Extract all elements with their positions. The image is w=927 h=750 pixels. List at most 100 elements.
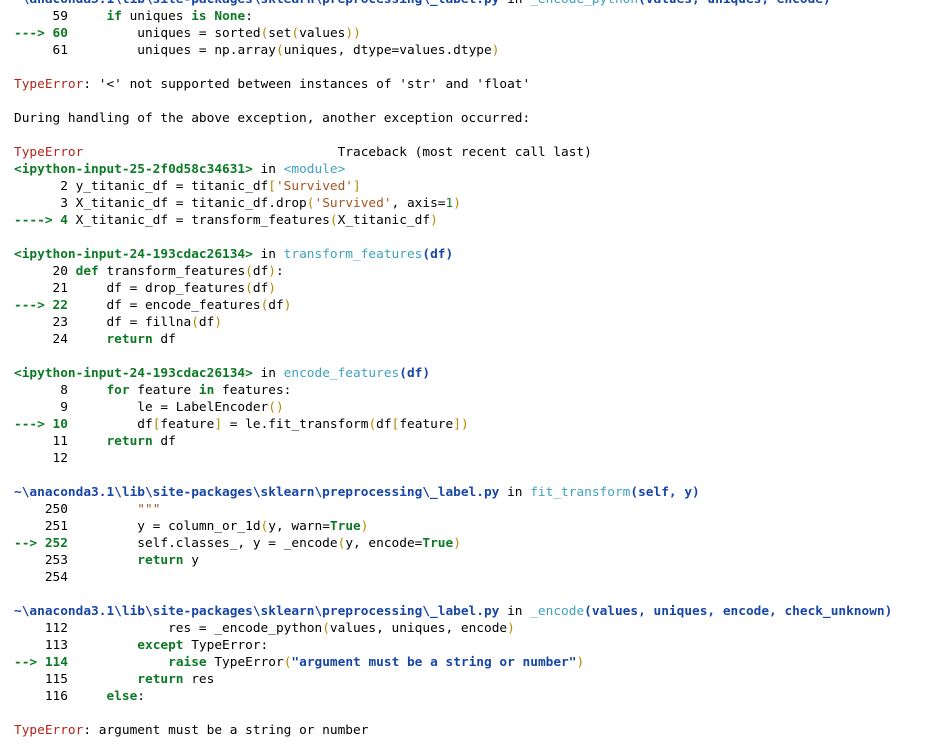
- code-token: (: [291, 26, 300, 41]
- traceback-line: 251 y = column_or_1d(y, warn=True): [14, 518, 892, 535]
- code-token: df: [67, 417, 153, 432]
- traceback-line: [14, 705, 892, 722]
- code-token: --> 114: [14, 655, 68, 670]
- code-token: ]): [453, 417, 469, 432]
- code-token: _encode: [530, 604, 585, 619]
- code-token: if: [106, 9, 122, 24]
- traceback-line: During handling of the above exception, …: [14, 110, 892, 127]
- code-token: df: [152, 332, 176, 347]
- code-token: None: [214, 9, 246, 24]
- code-token: 11: [14, 434, 107, 449]
- code-token: feature: [399, 417, 454, 432]
- code-token: <ipython-input-24-193cdac26134>: [14, 366, 253, 381]
- code-token: (: [306, 196, 315, 211]
- code-token: ): [268, 264, 277, 279]
- code-token: transform_features: [98, 264, 246, 279]
- code-token: transform_features: [283, 247, 423, 262]
- code-token: ~\anaconda3.1\lib\site-packages\sklearn\…: [14, 604, 500, 619]
- code-token: ): [214, 315, 223, 330]
- traceback-line: --> 252 self.classes_, y = _encode(y, en…: [14, 535, 892, 552]
- code-token: 12: [14, 451, 68, 466]
- code-token: X_titanic_df = transform_features: [67, 213, 330, 228]
- traceback-line: TypeError: argument must be a string or …: [14, 722, 892, 739]
- traceback-line: [14, 229, 892, 246]
- code-token: 59: [14, 9, 107, 24]
- traceback-line: [14, 127, 892, 144]
- code-token: encode_features: [283, 366, 400, 381]
- code-token: TypeError: [14, 77, 84, 92]
- traceback-line: 250 """: [14, 501, 892, 518]
- code-token: 116: [14, 689, 107, 704]
- code-token: TypeError: [14, 723, 84, 738]
- code-token: raise: [168, 655, 207, 670]
- code-token: ~\anaconda3.1\lib\site-packages\sklearn\…: [14, 485, 500, 500]
- code-token: df: [376, 417, 392, 432]
- code-token: fit_transform: [530, 485, 631, 500]
- traceback-line: 23 df = fillna(df): [14, 314, 892, 331]
- code-token: 250: [14, 502, 138, 517]
- code-token: in: [252, 247, 284, 262]
- code-token: y, encode=: [345, 536, 423, 551]
- code-token: Traceback (most recent call last): [83, 145, 592, 160]
- traceback-line: [14, 93, 892, 110]
- code-token: (df): [399, 366, 431, 381]
- code-token: res: [183, 672, 215, 687]
- code-token: (): [268, 400, 284, 415]
- code-token: TypeError:: [183, 638, 269, 653]
- code-token: True: [422, 536, 454, 551]
- code-token: During handling of the above exception, …: [14, 111, 531, 126]
- traceback-line: TypeError: '<' not supported between ins…: [14, 76, 892, 93]
- traceback-line: 59 if uniques is None:: [14, 8, 892, 25]
- code-token: y: [183, 553, 199, 568]
- code-token: in: [252, 162, 284, 177]
- code-token: 'Survived': [275, 179, 354, 194]
- code-token: (: [329, 213, 338, 228]
- code-token: is: [191, 9, 207, 24]
- traceback-line: 2 y_titanic_df = titanic_df['Survived']: [14, 178, 892, 195]
- code-token: values: [299, 26, 346, 41]
- code-token: = le.fit_transform: [222, 417, 369, 432]
- traceback-line: ~\anaconda3.1\lib\site-packages\sklearn\…: [14, 603, 892, 620]
- code-token: ): [430, 213, 438, 228]
- code-token: <ipython-input-24-193cdac26134>: [14, 247, 253, 262]
- traceback-line: ---> 10 df[feature] = le.fit_transform(d…: [14, 416, 892, 433]
- code-token: 113: [14, 638, 138, 653]
- code-token: else: [106, 689, 138, 704]
- code-token: (self, y): [630, 485, 700, 500]
- traceback-line: 11 return df: [14, 433, 892, 450]
- code-token: ---> 22: [14, 298, 68, 313]
- code-token: 24: [14, 332, 107, 347]
- code-token: 251 y = column_or_1d: [14, 519, 261, 534]
- code-token: TypeError: [14, 145, 84, 160]
- code-token: (: [245, 264, 253, 279]
- code-token: "argument must be a string or number": [291, 655, 577, 670]
- code-token: : '<' not supported between instances of…: [83, 77, 531, 92]
- code-token: 3 X_titanic_df = titanic_df.drop: [14, 196, 307, 211]
- traceback-line: ~\anaconda3.1\lib\site-packages\sklearn\…: [14, 0, 892, 8]
- code-token: 23 df = fillna: [14, 315, 192, 330]
- code-token: return: [106, 434, 153, 449]
- code-token: ): [453, 536, 461, 551]
- code-token: uniques: [121, 9, 192, 24]
- traceback-line: ---> 22 df = encode_features(df): [14, 297, 892, 314]
- traceback-line: 116 else:: [14, 688, 892, 705]
- code-token: 115: [14, 672, 138, 687]
- code-token: 20: [14, 264, 76, 279]
- traceback-line: 3 X_titanic_df = titanic_df.drop('Surviv…: [14, 195, 892, 212]
- traceback-line: 21 df = drop_features(df): [14, 280, 892, 297]
- code-token: ---> 10: [14, 417, 68, 432]
- code-token: 2 y_titanic_df = titanic_df: [14, 179, 269, 194]
- code-token: True: [329, 519, 361, 534]
- code-token: uniques, dtype=values.dtype: [283, 43, 492, 58]
- traceback-line: 20 def transform_features(df):: [14, 263, 892, 280]
- traceback-line: [14, 467, 892, 484]
- traceback-line: 254: [14, 569, 892, 586]
- traceback-line: [14, 59, 892, 76]
- code-token: in: [499, 485, 531, 500]
- traceback-line: 253 return y: [14, 552, 892, 569]
- code-token: 61 uniques = np: [14, 43, 230, 58]
- code-token: <ipython-input-25-2f0d58c34631>: [14, 162, 253, 177]
